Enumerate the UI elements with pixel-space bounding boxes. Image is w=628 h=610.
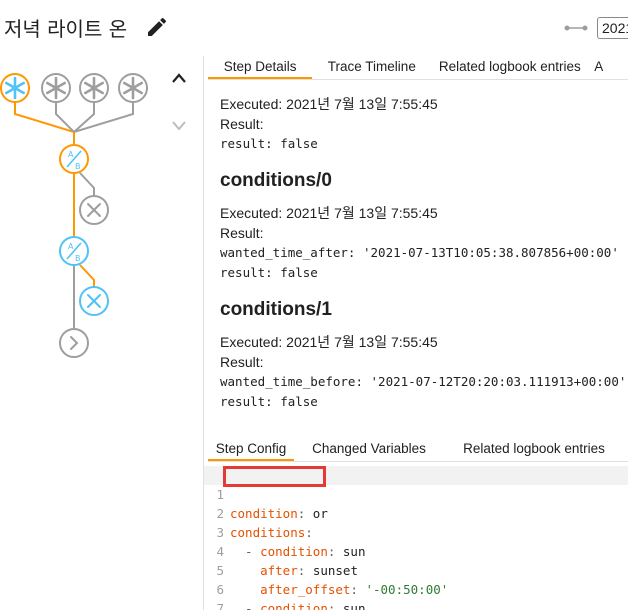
result-label: Result: (220, 116, 264, 132)
code-line: 5 after_offset: '-00:50:00' (204, 542, 628, 597)
date-field[interactable]: 2021-07-13 (597, 17, 628, 39)
tab-changed-variables[interactable]: Changed Variables (294, 438, 444, 461)
result-value: result: false (220, 394, 318, 409)
tab-step-details[interactable]: Step Details (208, 56, 313, 79)
trigger-node[interactable] (41, 73, 71, 103)
left-right-arrow-icon (564, 20, 588, 36)
app-header: 저녁 라이트 온 2021-07-13 (0, 0, 628, 56)
trigger-node[interactable] (79, 73, 109, 103)
top-tab-bar: Step Details Trace Timeline Related logb… (208, 56, 628, 80)
next-node[interactable] (59, 328, 89, 358)
tab-related-logbook[interactable]: Related logbook entries (431, 56, 588, 79)
step-details-content: Executed: 2021년 7월 13일 7:55:45 Result: r… (220, 94, 628, 412)
tab-step-config[interactable]: Step Config (208, 438, 294, 461)
tab-automation-config[interactable]: A (588, 56, 628, 79)
cancel-node[interactable] (79, 286, 109, 316)
trace-details-pane: Step Details Trace Timeline Related logb… (204, 56, 628, 610)
highlight-box (223, 466, 326, 487)
choose-glyph: A (68, 242, 74, 251)
edit-pencil-icon[interactable] (145, 15, 169, 39)
page-title: 저녁 라이트 온 (4, 17, 128, 41)
choose-glyph: B (75, 162, 81, 171)
code-line: 4 after: sunset (204, 523, 628, 578)
wanted-time-before: wanted_time_before: '2021-07-12T20:20:03… (220, 374, 627, 389)
result-label: Result: (220, 225, 264, 241)
result-label: Result: (220, 354, 264, 370)
choose-glyph: B (75, 254, 81, 263)
tab-trace-timeline[interactable]: Trace Timeline (312, 56, 431, 79)
cancel-node[interactable] (79, 195, 109, 225)
wanted-time-after: wanted_time_after: '2021-07-13T10:05:38.… (220, 245, 619, 260)
tab-related-logbook-entries[interactable]: Related logbook entries (444, 438, 624, 461)
code-line: 7 before: sunrise (204, 580, 628, 610)
choose-node[interactable]: A B (59, 144, 89, 174)
code-line: 6 - condition: sun (204, 561, 628, 610)
executed-time: Executed: 2021년 7월 13일 7:55:45 (220, 205, 438, 221)
trigger-node[interactable] (0, 73, 30, 103)
bottom-tab-bar: Step Config Changed Variables Related lo… (208, 438, 628, 462)
line-number: 7 (216, 601, 224, 610)
code-editor[interactable]: 1 condition: or 2 conditions: 3 - condit… (204, 464, 628, 610)
chevron-down-icon[interactable] (168, 118, 190, 134)
chevron-up-icon[interactable] (168, 70, 190, 86)
trace-graph: A B A B (0, 56, 204, 610)
choose-node[interactable]: A B (59, 236, 89, 266)
choose-glyph: A (68, 150, 74, 159)
executed-time: Executed: 2021년 7월 13일 7:55:45 (220, 96, 438, 112)
trigger-node[interactable] (118, 73, 148, 103)
result-value: result: false (220, 136, 318, 151)
executed-time: Executed: 2021년 7월 13일 7:55:45 (220, 334, 438, 350)
code-line: 3 - condition: sun (204, 504, 628, 559)
section-heading: conditions/1 (220, 299, 332, 320)
result-value: result: false (220, 265, 318, 280)
code-line: 2 conditions: (204, 485, 628, 540)
section-heading: conditions/0 (220, 170, 332, 191)
